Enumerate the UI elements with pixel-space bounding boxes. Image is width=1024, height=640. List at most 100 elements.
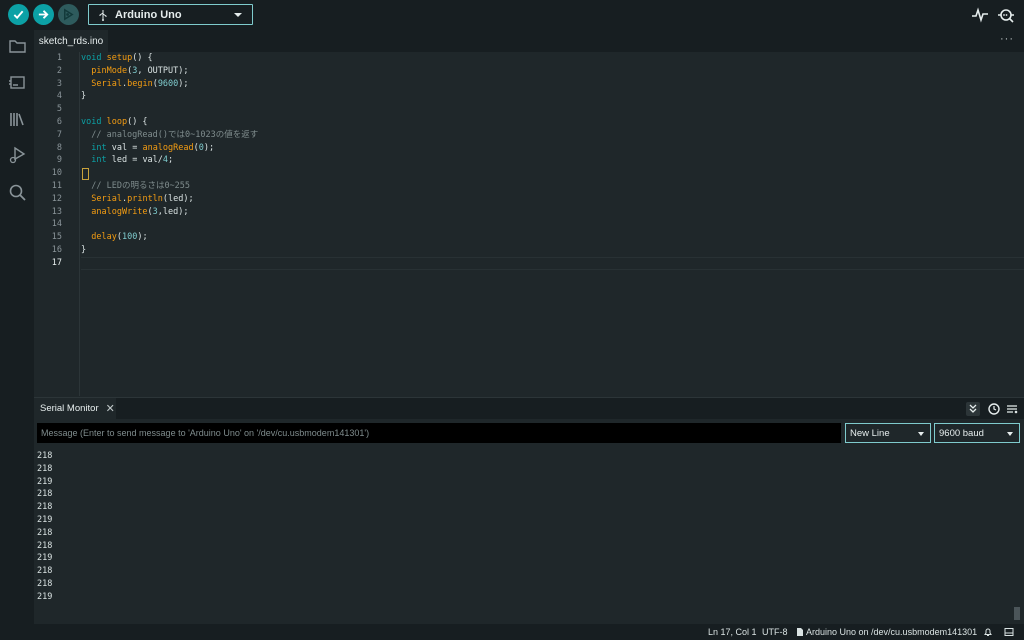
serial-output-line: 219: [37, 553, 53, 564]
code-line[interactable]: // LEDの明るさは0~255: [81, 180, 190, 193]
chevron-down-icon: [918, 432, 924, 436]
line-number: 7: [56, 129, 62, 140]
code-token: loop: [106, 117, 128, 127]
code-line[interactable]: }: [81, 90, 86, 103]
code-token: 9600: [157, 78, 179, 89]
tab-sketch-rds[interactable]: sketch_rds.ino: [34, 30, 108, 52]
code-token: int: [91, 155, 112, 166]
serial-message-input[interactable]: [37, 423, 841, 443]
upload-button[interactable]: [33, 4, 54, 25]
code-line[interactable]: pinMode(3, OUTPUT);: [81, 65, 188, 78]
clear-output-icon[interactable]: [1005, 402, 1019, 416]
serial-output-line: 219: [37, 476, 53, 487]
line-number: 9: [56, 155, 62, 166]
line-number: 8: [56, 142, 62, 153]
code-token: 100: [121, 232, 138, 243]
more-actions-icon[interactable]: ···: [1000, 33, 1014, 45]
sketchbook-folder-icon[interactable]: [8, 37, 27, 56]
serial-output-line: 218: [37, 566, 53, 577]
code-token: // LEDの明るさは0~255: [81, 181, 191, 191]
line-number: 17: [51, 257, 62, 268]
search-icon[interactable]: [8, 183, 27, 202]
code-token: void: [81, 53, 107, 63]
serial-output-line: 218: [37, 489, 53, 500]
code-token: ;: [168, 155, 174, 166]
code-line[interactable]: analogWrite(3,led);: [81, 206, 188, 219]
board-port-status[interactable]: Arduino Uno on /dev/cu.usbmodem141301: [806, 627, 977, 637]
usb-icon: [99, 9, 107, 21]
code-line[interactable]: }: [81, 244, 86, 257]
line-number: 15: [51, 232, 62, 243]
code-editor[interactable]: 1 2 3 4 5 6 7 8 9 10 11 12 13 14 15 16 17 void setup() {…: [34, 52, 1024, 396]
serial-plotter-icon[interactable]: [971, 6, 989, 24]
close-icon[interactable]: ✕: [106, 402, 115, 415]
toggle-output-panel-icon[interactable]: [1004, 627, 1014, 637]
serial-output-line: 218: [37, 579, 53, 589]
serial-output-line: 218: [37, 502, 53, 513]
code-token: pinMode: [91, 65, 128, 76]
boards-manager-icon[interactable]: [8, 73, 27, 92]
line-number: 4: [56, 91, 62, 102]
code-line[interactable]: int led = val/4;: [81, 154, 173, 167]
tab-serial-monitor[interactable]: Serial Monitor ✕: [34, 398, 116, 419]
debug-icon: [64, 8, 74, 21]
code-token: led = val/: [111, 155, 163, 166]
code-token: (led);: [162, 193, 194, 204]
verify-button[interactable]: [8, 4, 29, 25]
scrollbar-thumb[interactable]: [1014, 607, 1020, 620]
status-bar: Ln 17, Col 1 UTF-8 Arduino Uno on /dev/c…: [0, 624, 1024, 640]
board-selector[interactable]: Arduino Uno: [88, 4, 253, 25]
chevron-down-icon: [234, 13, 242, 17]
serial-monitor-header: Serial Monitor ✕: [34, 397, 1024, 419]
line-number: 10: [51, 168, 62, 179]
code-line[interactable]: void loop() {: [81, 116, 148, 129]
verify-icon: [13, 10, 24, 20]
board-file-icon: [797, 628, 803, 636]
library-manager-icon[interactable]: [8, 110, 27, 129]
code-token: () {: [127, 117, 148, 127]
code-token: Serial: [91, 193, 122, 204]
debug-run-icon[interactable]: [8, 146, 27, 165]
serial-monitor-icon[interactable]: [997, 6, 1015, 24]
autoscroll-button[interactable]: [966, 402, 980, 416]
chevron-down-icon: [1007, 432, 1013, 436]
line-number: 3: [56, 78, 62, 89]
timestamp-icon[interactable]: [987, 402, 1001, 416]
line-number-gutter: 1 2 3 4 5 6 7 8 9 10 11 12 13 14 15 16 17: [34, 52, 80, 396]
activity-bar: [0, 30, 34, 624]
baud-rate-select[interactable]: 9600 baud: [934, 423, 1020, 443]
line-ending-select[interactable]: New Line: [845, 423, 931, 443]
code-token: analogRead: [142, 142, 194, 153]
code-token: begin: [127, 78, 153, 89]
code-line[interactable]: int val = analogRead(0);: [81, 142, 214, 155]
code-token: () {: [132, 53, 153, 63]
notifications-bell-icon[interactable]: [983, 627, 993, 637]
board-selector-label: Arduino Uno: [115, 8, 182, 21]
code-line[interactable]: void setup() {: [81, 52, 153, 65]
code-token: // analogRead()では0~1023の値を返す: [81, 129, 259, 140]
code-token: analogWrite: [91, 206, 148, 217]
code-line[interactable]: Serial.begin(9600);: [81, 78, 188, 91]
tab-label: sketch_rds.ino: [38, 35, 104, 47]
top-toolbar: Arduino Uno: [0, 0, 1024, 30]
line-number: 13: [51, 206, 62, 217]
code-token: setup: [106, 53, 133, 63]
code-line[interactable]: Serial.println(led);: [81, 193, 194, 206]
code-token: Serial: [91, 78, 122, 89]
code-token: int: [91, 142, 112, 153]
code-line[interactable]: delay(100);: [81, 231, 147, 244]
code-token: );: [203, 142, 215, 153]
cursor-position[interactable]: Ln 17, Col 1: [708, 627, 757, 637]
autoscroll-icon: [969, 404, 977, 413]
line-number: 12: [51, 193, 62, 204]
debug-button[interactable]: [58, 4, 79, 25]
file-encoding[interactable]: UTF-8: [762, 627, 788, 637]
serial-monitor-body: New Line 9600 baud 218 218 219 218 218 219 218…: [34, 419, 1024, 624]
code-token: val =: [111, 142, 143, 153]
line-number: 2: [56, 65, 62, 76]
code-line[interactable]: // analogRead()では0~1023の値を返す: [81, 129, 258, 142]
